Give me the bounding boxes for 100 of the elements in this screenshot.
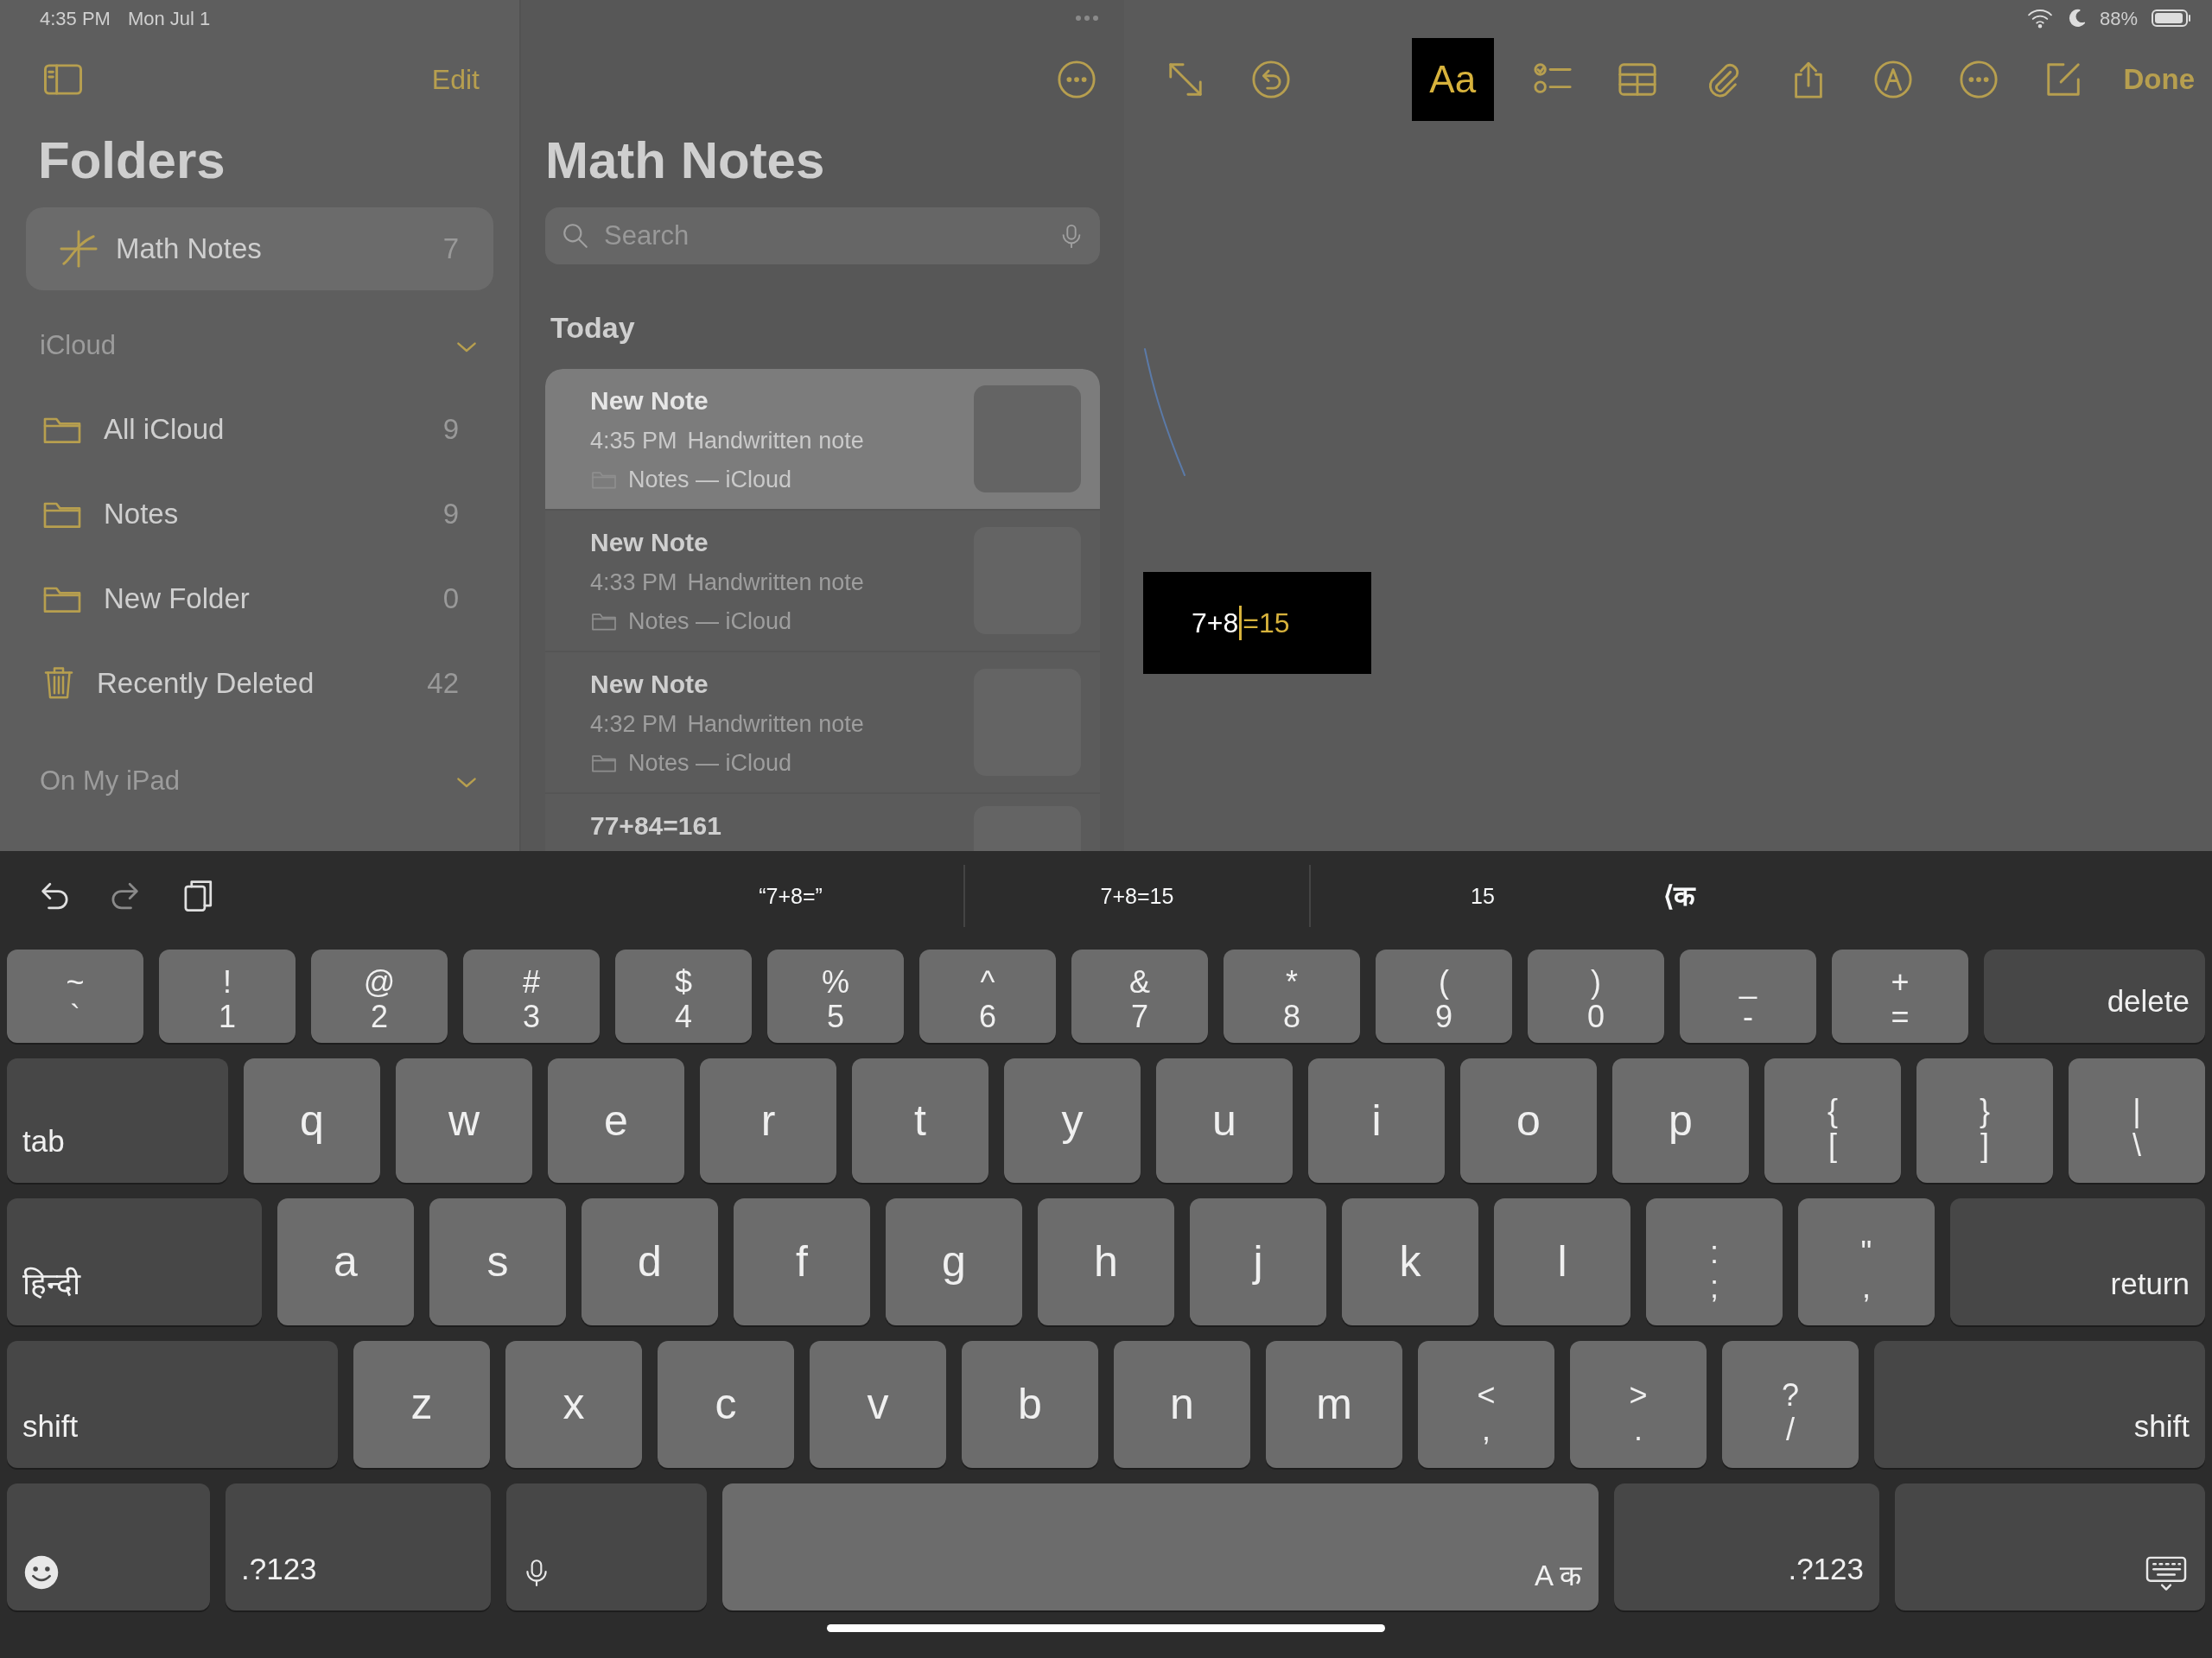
multitasking-dots-icon[interactable] bbox=[1074, 15, 1100, 22]
key[interactable]: g bbox=[886, 1198, 1022, 1325]
folder-name: Math Notes bbox=[116, 232, 262, 267]
folder-count: 9 bbox=[442, 497, 459, 532]
key[interactable]: ^ 6 bbox=[919, 950, 1056, 1043]
key[interactable]: _ - bbox=[1680, 950, 1816, 1043]
key[interactable]: s bbox=[429, 1198, 566, 1325]
key[interactable]: $ 4 bbox=[615, 950, 752, 1043]
key[interactable]: b bbox=[962, 1341, 1098, 1468]
key[interactable]: a bbox=[277, 1198, 414, 1325]
key[interactable]: shift bbox=[7, 1341, 338, 1468]
key[interactable]: हिन्दी bbox=[7, 1198, 262, 1325]
key[interactable]: f bbox=[734, 1198, 870, 1325]
key[interactable]: d bbox=[582, 1198, 718, 1325]
folder-count: 9 bbox=[442, 412, 459, 448]
key[interactable]: tab bbox=[7, 1058, 228, 1183]
edit-button[interactable]: Edit bbox=[431, 59, 480, 100]
markup-pen-icon[interactable] bbox=[1873, 60, 1914, 99]
key[interactable]: + = bbox=[1832, 950, 1968, 1043]
key[interactable]: # 3 bbox=[463, 950, 600, 1043]
key[interactable]: delete bbox=[1984, 950, 2205, 1043]
space-key[interactable]: A क bbox=[721, 1483, 1599, 1610]
note-title: New Note bbox=[590, 385, 709, 416]
key[interactable]: i bbox=[1308, 1058, 1445, 1183]
key[interactable]: * 8 bbox=[1224, 950, 1360, 1043]
note-item[interactable]: New Note 4:35 PM Handwritten note Notes — iCloud bbox=[545, 369, 1100, 511]
key[interactable]: " , bbox=[1798, 1198, 1935, 1325]
status-time: 4:35 PM bbox=[40, 6, 111, 31]
language-indicator: ⟨क bbox=[1663, 880, 1695, 913]
key[interactable]: ? / bbox=[1722, 1341, 1859, 1468]
key[interactable]: w bbox=[396, 1058, 532, 1183]
notes-title: Math Notes bbox=[545, 130, 826, 191]
status-date: Mon Jul 1 bbox=[127, 6, 211, 31]
battery-percentage: 88% bbox=[2099, 6, 2138, 31]
key[interactable]: n bbox=[1114, 1341, 1250, 1468]
key[interactable]: ( 9 bbox=[1376, 950, 1512, 1043]
key[interactable]: ~ ` bbox=[7, 950, 143, 1043]
folder-count: 0 bbox=[442, 581, 459, 617]
function-graph-icon bbox=[59, 229, 99, 269]
note-time: 4:32 PM bbox=[590, 710, 677, 739]
key[interactable]: : ; bbox=[1646, 1198, 1783, 1325]
key[interactable]: r bbox=[700, 1058, 836, 1183]
battery-icon bbox=[2152, 8, 2191, 29]
key[interactable]: q bbox=[244, 1058, 380, 1183]
key[interactable]: ) 0 bbox=[1528, 950, 1664, 1043]
key[interactable]: k bbox=[1342, 1198, 1478, 1325]
sidebar-title: Folders bbox=[38, 130, 226, 191]
key[interactable]: ! 1 bbox=[159, 950, 296, 1043]
suggestion[interactable]: 7+8=15 bbox=[963, 865, 1309, 927]
more-icon[interactable] bbox=[1958, 60, 1999, 99]
note-title: New Note bbox=[590, 527, 709, 558]
key[interactable]: .?123 bbox=[1614, 1483, 1879, 1610]
done-button[interactable]: Done bbox=[2106, 58, 2212, 101]
key[interactable]: .?123 bbox=[226, 1483, 491, 1610]
key[interactable]: | \ bbox=[2069, 1058, 2205, 1183]
emoji-icon[interactable] bbox=[22, 1553, 60, 1591]
key[interactable]: u bbox=[1156, 1058, 1293, 1183]
key[interactable]: % 5 bbox=[767, 950, 904, 1043]
note-folder: Notes — iCloud bbox=[628, 465, 792, 494]
math-expression[interactable]: 7+8=15 bbox=[1143, 572, 1371, 674]
folder-name[interactable]: Recently Deleted bbox=[97, 662, 315, 705]
key[interactable]: c bbox=[658, 1341, 794, 1468]
key[interactable]: shift bbox=[1874, 1341, 2205, 1468]
key[interactable]: o bbox=[1460, 1058, 1597, 1183]
key[interactable]: e bbox=[548, 1058, 684, 1183]
key[interactable]: @ 2 bbox=[311, 950, 448, 1043]
key[interactable]: p bbox=[1612, 1058, 1749, 1183]
key[interactable]: } ] bbox=[1916, 1058, 2053, 1183]
note-summary: Handwritten note bbox=[687, 569, 864, 597]
format-button[interactable]: Aa bbox=[1411, 38, 1494, 121]
key[interactable]: h bbox=[1038, 1198, 1174, 1325]
key[interactable]: t bbox=[852, 1058, 988, 1183]
key[interactable]: < , bbox=[1418, 1341, 1554, 1468]
key[interactable]: v bbox=[810, 1341, 946, 1468]
note-time: 4:35 PM bbox=[590, 427, 677, 455]
key[interactable]: return bbox=[1950, 1198, 2205, 1325]
key[interactable]: m bbox=[1266, 1341, 1402, 1468]
wifi-icon bbox=[2026, 8, 2053, 29]
section-header: Today bbox=[550, 310, 636, 346]
section-title: On My iPad bbox=[40, 764, 180, 797]
note-summary: Handwritten note bbox=[687, 710, 864, 739]
key[interactable]: z bbox=[353, 1341, 490, 1468]
note-time: 4:33 PM bbox=[590, 569, 677, 597]
key[interactable]: { [ bbox=[1764, 1058, 1901, 1183]
suggestion[interactable]: 15 bbox=[1309, 865, 1655, 927]
key[interactable]: l bbox=[1494, 1198, 1630, 1325]
key[interactable]: x bbox=[505, 1341, 642, 1468]
suggestion[interactable]: “7+8=” bbox=[618, 865, 963, 927]
key[interactable]: j bbox=[1190, 1198, 1326, 1325]
more-icon[interactable] bbox=[1057, 60, 1096, 99]
folder-name[interactable]: New Folder bbox=[104, 577, 250, 620]
folder-name[interactable]: All iCloud bbox=[104, 408, 225, 451]
note-summary: Handwritten note bbox=[687, 427, 864, 455]
note-title: New Note bbox=[590, 669, 709, 700]
key[interactable]: & 7 bbox=[1071, 950, 1208, 1043]
note-folder: Notes — iCloud bbox=[628, 748, 792, 778]
folder-count: 42 bbox=[427, 666, 459, 702]
key[interactable]: > . bbox=[1570, 1341, 1707, 1468]
key[interactable]: y bbox=[1004, 1058, 1141, 1183]
folder-name[interactable]: Notes bbox=[104, 492, 179, 536]
